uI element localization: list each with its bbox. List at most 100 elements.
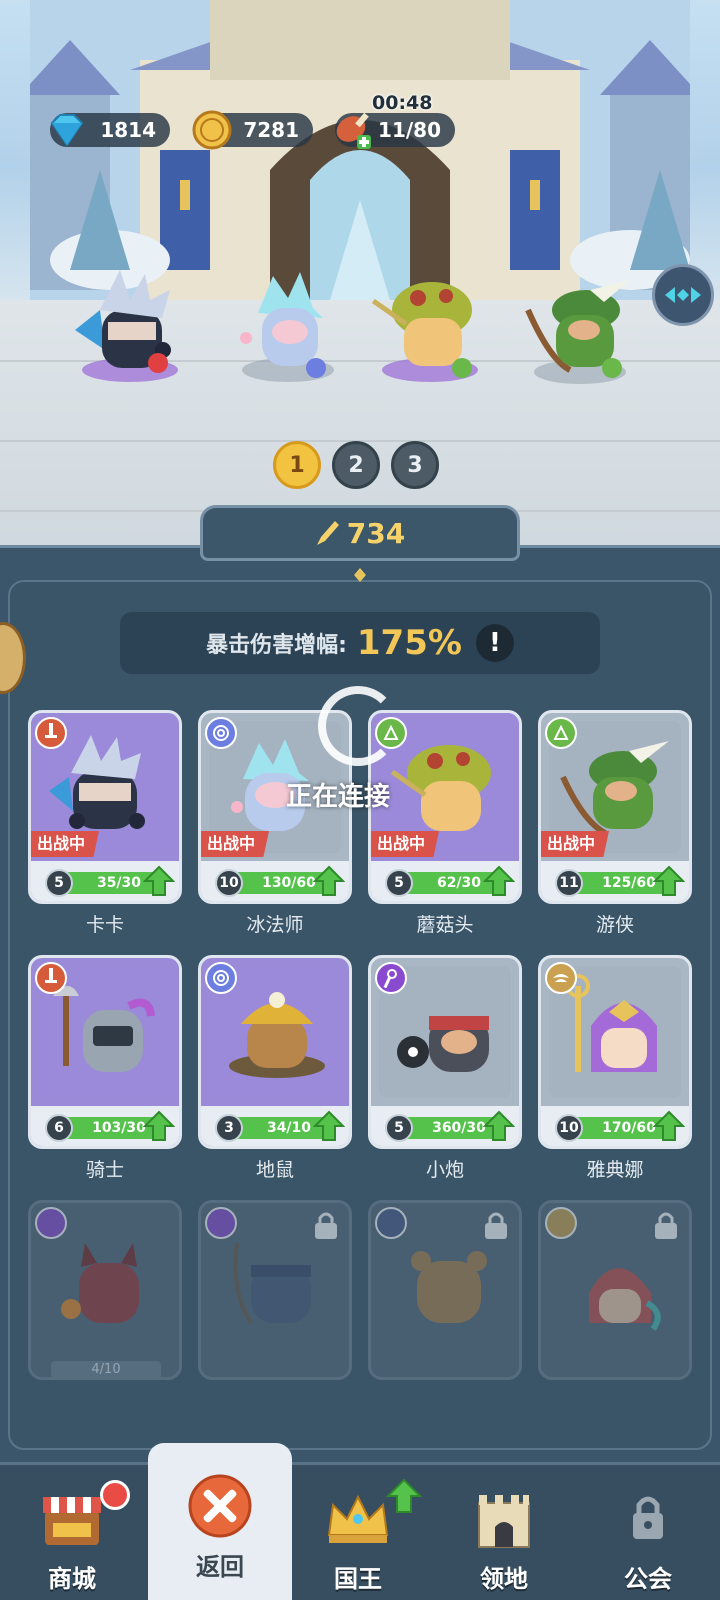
nav-shop-label: 商城 [48, 1565, 96, 1593]
stamina-amount: 11/80 [378, 118, 441, 142]
crit-bonus-bar: 暴击伤害增幅: 175% ! [120, 612, 600, 674]
ice-mage-hero-icon [240, 272, 334, 382]
lock-icon [633, 1496, 663, 1539]
gem-icon [50, 114, 84, 147]
crit-info-button[interactable]: ! [475, 624, 514, 662]
king-upgrade-arrow-icon [386, 1478, 422, 1513]
bear-hero-silhouette-icon [411, 1251, 487, 1323]
level-row: 125/60 11 [541, 861, 689, 901]
crown-icon [327, 1494, 389, 1543]
spiral-element-icon [205, 717, 237, 749]
hero-level: 10 [215, 869, 243, 897]
upgrade-arrow-icon[interactable] [313, 865, 345, 897]
in-battle-tag: 出战中 [31, 831, 100, 857]
coin-icon [192, 110, 232, 150]
coin-amount: 7281 [243, 118, 299, 142]
formation-page-3[interactable]: 3 [391, 441, 439, 489]
wing-element-icon [545, 962, 577, 994]
stamina-timer: 00:48 [372, 92, 433, 114]
hero-card-cannon[interactable]: 360/30 5 [368, 955, 522, 1149]
level-row: 35/30 5 [31, 861, 179, 901]
upgrade-arrow-icon[interactable] [483, 865, 515, 897]
nav-territory-label: 领地 [480, 1565, 528, 1593]
locked-hero-card[interactable]: 4/10 [28, 1200, 182, 1380]
connecting-text: 正在连接 [286, 782, 391, 812]
upgrade-arrow-icon[interactable] [313, 1110, 345, 1142]
hero-level: 3 [215, 1114, 243, 1142]
formation-page-2[interactable]: 2 [332, 441, 380, 489]
hero-level: 11 [555, 869, 583, 897]
team-power-value: 734 [346, 516, 406, 550]
hero-name: 蘑菇头 [416, 914, 474, 936]
shop-notification-badge [100, 1480, 130, 1510]
hero-name: 冰法师 [246, 914, 304, 936]
panel-ornament [354, 568, 366, 582]
ninja-hero-icon [75, 270, 178, 382]
hero-name: 游侠 [595, 914, 634, 936]
castle-icon [478, 1495, 530, 1548]
formation-swap-button[interactable] [652, 264, 714, 326]
close-icon [188, 1474, 252, 1538]
stamina-counter[interactable]: 11/80 [335, 112, 455, 149]
formation-hero-ice-mage[interactable] [228, 268, 348, 392]
sword-power-icon [316, 521, 339, 545]
nav-guild[interactable]: 公会 [576, 1465, 720, 1600]
upgrade-arrow-icon[interactable] [653, 1110, 685, 1142]
level-row: 130/60 10 [201, 861, 349, 901]
hero-level: 5 [45, 869, 73, 897]
hero-name: 地鼠 [255, 1159, 294, 1181]
level-row: 103/30 6 [31, 1106, 179, 1146]
gem-counter[interactable]: 1814 [50, 113, 170, 147]
hero-card-athena[interactable]: 170/60 10 [538, 955, 692, 1149]
mushroom-hero-icon [371, 282, 478, 382]
level-row: 62/30 5 [371, 861, 519, 901]
hero-name: 骑士 [85, 1159, 124, 1181]
locked-hero-card[interactable] [368, 1200, 522, 1380]
crit-bonus-label: 暴击伤害增幅: [206, 633, 347, 658]
level-row: 34/10 3 [201, 1106, 349, 1146]
locked-hero-card[interactable] [198, 1200, 352, 1380]
demon-hero-silhouette-icon [61, 1243, 139, 1323]
upgrade-arrow-icon[interactable] [143, 865, 175, 897]
castle-background [30, 0, 690, 310]
spiral-element-icon [205, 962, 237, 994]
hero-name: 小炮 [425, 1159, 464, 1181]
crit-bonus-value: 175% [356, 623, 462, 663]
nav-territory[interactable]: 领地 [432, 1465, 576, 1600]
nature-element-icon [545, 717, 577, 749]
mermaid-hero-silhouette-icon [589, 1268, 661, 1331]
upgrade-arrow-icon[interactable] [143, 1110, 175, 1142]
locked-hero-card[interactable] [538, 1200, 692, 1380]
level-row: 170/60 10 [541, 1106, 689, 1146]
fisher-hero-silhouette-icon [233, 1242, 311, 1325]
hero-name: 卡卡 [85, 914, 124, 936]
formation-hero-ranger[interactable] [520, 270, 640, 394]
gem-amount: 1814 [100, 118, 156, 142]
level-row: 360/30 5 [371, 1106, 519, 1146]
locked-progress-text: 4/10 [51, 1361, 161, 1377]
upgrade-arrow-icon[interactable] [653, 865, 685, 897]
hero-level: 5 [385, 869, 413, 897]
hero-level: 10 [555, 1114, 583, 1142]
nav-back-label: 返回 [196, 1553, 244, 1581]
hero-card-gopher[interactable]: 34/10 3 [198, 955, 352, 1149]
hero-card-kaka[interactable]: 出战中 35/30 5 [28, 710, 182, 904]
formation-hero-kaka[interactable] [70, 270, 190, 394]
ranger-hero-icon [525, 280, 630, 384]
hero-card-ranger[interactable]: 出战中 125/60 11 [538, 710, 692, 904]
formation-hero-mushroom[interactable] [370, 270, 490, 394]
nav-back[interactable]: 返回 [148, 1443, 292, 1600]
coin-counter[interactable]: 7281 [192, 110, 313, 150]
formation-page-1[interactable]: 1 [273, 441, 321, 489]
shop-icon [43, 1497, 101, 1545]
swap-arrows-icon [665, 287, 701, 303]
nav-king-label: 国王 [334, 1565, 382, 1593]
hero-level: 5 [385, 1114, 413, 1142]
upgrade-arrow-icon[interactable] [483, 1110, 515, 1142]
in-battle-tag: 出战中 [541, 831, 610, 857]
hero-level: 6 [45, 1114, 73, 1142]
hero-card-knight[interactable]: 103/30 6 [28, 955, 182, 1149]
sword-element-icon [35, 962, 67, 994]
team-power: 734 [200, 505, 520, 561]
loading-spinner-icon [318, 686, 398, 766]
